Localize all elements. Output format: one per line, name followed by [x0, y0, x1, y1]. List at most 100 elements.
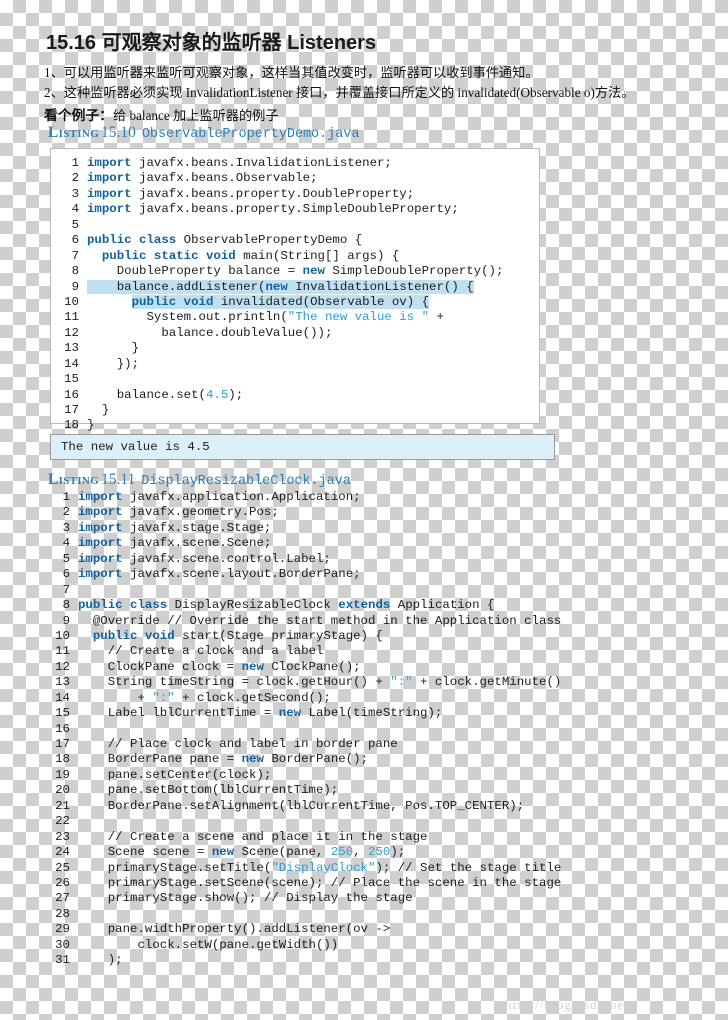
- code-token: }: [87, 418, 95, 433]
- line-number: 24: [55, 845, 70, 860]
- code-token: BorderPane pane =: [78, 752, 242, 767]
- code-lines: 1 import javafx.beans.InvalidationListene…: [51, 149, 539, 434]
- code-line: 12 balance.doubleValue());: [57, 326, 539, 341]
- code-token: pane.setBottom(lblCurrentTime);: [78, 783, 339, 798]
- line-number: 1: [71, 156, 79, 170]
- code-token: );: [78, 953, 123, 968]
- code-token: Application {: [390, 598, 495, 613]
- code-line: 17 }: [57, 403, 539, 418]
- line-number: 19: [55, 767, 70, 782]
- code-token: System.out.println(: [87, 310, 288, 325]
- line-number: 28: [55, 906, 70, 921]
- line-number: 17: [55, 737, 70, 751]
- code-token: // Place clock and label in border pane: [78, 737, 398, 751]
- code-token: // Create a clock and a label: [78, 644, 324, 659]
- line-number: 26: [55, 875, 70, 890]
- code-line: 31 );: [48, 953, 688, 968]
- line-number: 25: [55, 860, 70, 875]
- code-token: javafx.beans.Observable;: [131, 171, 318, 186]
- example-rest-label: 给 balance 加上监听器的例子: [112, 108, 279, 123]
- code-token: 4.5: [205, 387, 229, 402]
- code-token: ClockPane();: [263, 659, 361, 674]
- line-number: 29: [55, 922, 70, 937]
- code-token: }: [87, 403, 110, 417]
- code-token: primaryStage.setScene(scene); // Place t…: [78, 875, 562, 890]
- code-token: DoubleProperty balance =: [87, 264, 303, 279]
- line-number: 15: [64, 372, 79, 387]
- code-line: 28: [48, 907, 688, 922]
- code-line: 5: [57, 218, 539, 233]
- code-line: 20 pane.setBottom(lblCurrentTime);: [48, 783, 688, 798]
- code-token: // Create a scene and place it in the st…: [78, 829, 428, 844]
- listing-keyword: Listing: [48, 124, 99, 141]
- line-number: 2: [62, 505, 70, 520]
- code-token: javafx.scene.Scene;: [122, 536, 272, 551]
- code-line: 19 pane.setCenter(clock);: [48, 768, 688, 783]
- code-token: import: [87, 156, 132, 170]
- code-token: new: [211, 845, 235, 860]
- line-number: 6: [71, 233, 79, 248]
- code-line: 23 // Create a scene and place it in the…: [48, 830, 688, 845]
- code-token: BorderPane.setAlignment(lblCurrentTime, …: [78, 798, 525, 813]
- line-number: 3: [71, 186, 79, 201]
- code-line: 6 public class ObservablePropertyDemo {: [57, 233, 539, 248]
- line-number: 12: [55, 659, 70, 674]
- line-number: 2: [71, 171, 79, 186]
- listing-filename: ObservablePropertyDemo.java: [141, 127, 360, 142]
- line-number: 5: [71, 217, 79, 232]
- console-output-box: The new value is 4.5: [50, 434, 555, 460]
- code-token: Label(timeString);: [301, 706, 443, 721]
- code-line: 7: [48, 583, 688, 598]
- code-line: 11 // Create a clock and a label: [48, 644, 688, 659]
- code-line: 10 public void start(Stage primaryStage)…: [48, 629, 688, 644]
- code-token: main(String[] args) {: [235, 248, 400, 263]
- line-number: 8: [62, 598, 70, 613]
- code-line: 9 @Override // Override the start method…: [48, 614, 688, 629]
- code-token: public void: [92, 628, 175, 643]
- code-token: }: [87, 341, 140, 356]
- code-token: +: [78, 690, 153, 705]
- line-number: 7: [71, 248, 79, 263]
- code-token: + clock.getSecond();: [174, 690, 331, 705]
- code-line: 30 clock.setW(pane.getWidth()): [48, 938, 688, 953]
- line-number: 11: [55, 644, 70, 659]
- console-output-text: The new value is 4.5: [61, 440, 210, 454]
- line-number: 18: [64, 418, 79, 433]
- code-line: 14 });: [57, 357, 539, 372]
- code-line: 5 import javafx.scene.control.Label;: [48, 552, 688, 567]
- code-token: ); // Set the stage title: [375, 860, 562, 875]
- code-token: import: [78, 490, 123, 504]
- line-number: 5: [62, 551, 70, 566]
- code-line: 2 import javafx.geometry.Pos;: [48, 505, 688, 520]
- code-token: ":": [152, 690, 175, 705]
- code-token: "DisplayClock": [271, 860, 376, 875]
- code-line: 16: [48, 722, 688, 737]
- line-number: 10: [55, 628, 70, 643]
- code-token: balance.addListener(: [87, 279, 266, 294]
- line-number: 9: [62, 613, 70, 628]
- code-token: public class: [78, 598, 168, 613]
- code-block-listing-1: 1 import javafx.beans.InvalidationListene…: [50, 148, 540, 432]
- bullet-item-1: 1、可以用监听器来监听可观察对象，这样当其值改变时，监听器可以收到事件通知。: [44, 65, 539, 80]
- code-line: 11 System.out.println("The new value is …: [57, 310, 539, 325]
- line-number: 14: [55, 690, 70, 705]
- code-token: import: [78, 505, 123, 520]
- line-number: 8: [71, 264, 79, 279]
- code-token: javafx.beans.property.SimpleDoubleProper…: [131, 202, 459, 217]
- listing-filename: DisplayResizableClock.java: [141, 474, 351, 489]
- line-number: 16: [64, 387, 79, 402]
- code-line: 4 import javafx.scene.Scene;: [48, 536, 688, 551]
- code-line: 8 DoubleProperty balance = new SimpleDou…: [57, 264, 539, 279]
- code-line: 29 pane.widthProperty().addListener(ov -…: [48, 922, 688, 937]
- listing-number: 15.10: [100, 124, 136, 141]
- code-token: BorderPane();: [263, 752, 369, 767]
- code-line: 8 public class DisplayResizableClock exte…: [48, 598, 688, 613]
- code-token: Label lblCurrentTime =: [78, 706, 279, 721]
- code-token: ,: [353, 845, 369, 860]
- code-token: javafx.beans.property.DoubleProperty;: [131, 186, 415, 201]
- code-token: new: [278, 706, 302, 721]
- code-line: 22: [48, 814, 688, 829]
- code-token: );: [390, 845, 406, 860]
- code-token: javafx.application.Application;: [122, 490, 361, 504]
